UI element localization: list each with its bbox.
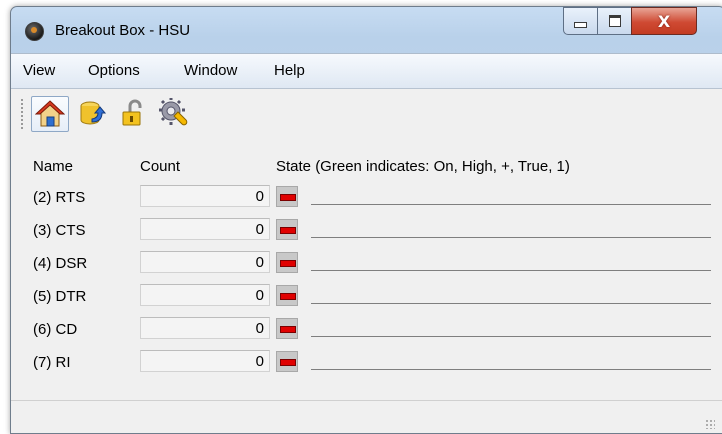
state-trace-line <box>311 270 711 271</box>
status-bar <box>11 400 722 433</box>
settings-button[interactable] <box>155 96 191 130</box>
signal-name: (6) CD <box>33 321 78 338</box>
signal-count-field[interactable]: 0 <box>140 185 270 207</box>
signal-count-field[interactable]: 0 <box>140 317 270 339</box>
toolbar-grip[interactable] <box>21 99 25 129</box>
signal-row-ri: (7) RI 0 <box>11 349 722 377</box>
home-icon <box>35 100 65 127</box>
signal-row-cts: (3) CTS 0 <box>11 217 722 245</box>
state-trace-line <box>311 237 711 238</box>
settings-wrench-icon <box>159 98 188 126</box>
home-button[interactable] <box>31 96 69 132</box>
app-icon[interactable] <box>25 22 44 41</box>
title-bar[interactable]: Breakout Box - HSU X <box>11 7 722 53</box>
resize-grip-icon[interactable] <box>705 419 715 429</box>
main-window: Breakout Box - HSU X View Options Window… <box>10 6 722 434</box>
close-button[interactable]: X <box>631 7 697 35</box>
state-indicator <box>276 318 298 339</box>
signal-name: (5) DTR <box>33 288 87 305</box>
menu-help[interactable]: Help <box>274 62 305 79</box>
signal-name: (3) CTS <box>33 222 86 239</box>
close-icon: X <box>657 11 671 31</box>
count-column-header: Count <box>140 158 181 175</box>
signal-row-rts: (2) RTS 0 <box>11 184 722 212</box>
signal-row-dtr: (5) DTR 0 <box>11 283 722 311</box>
state-column-header: State (Green indicates: On, High, +, Tru… <box>276 158 570 175</box>
signal-count-field[interactable]: 0 <box>140 350 270 372</box>
signal-name: (2) RTS <box>33 189 86 206</box>
state-indicator <box>276 285 298 306</box>
menu-bar: View Options Window Help <box>11 54 722 89</box>
menu-window[interactable]: Window <box>184 62 237 79</box>
unlock-icon <box>122 99 142 126</box>
client-area: View Options Window Help Name Count Stat… <box>11 53 722 433</box>
menu-options[interactable]: Options <box>88 62 140 79</box>
maximize-button[interactable] <box>597 7 632 35</box>
state-indicator <box>276 186 298 207</box>
state-indicator <box>276 351 298 372</box>
state-trace-line <box>311 336 711 337</box>
state-trace-line <box>311 303 711 304</box>
database-refresh-icon <box>80 101 107 125</box>
signal-name: (7) RI <box>33 354 71 371</box>
minimize-icon <box>574 22 587 28</box>
signal-count-field[interactable]: 0 <box>140 218 270 240</box>
window-title: Breakout Box - HSU <box>55 22 191 39</box>
refresh-database-button[interactable] <box>75 96 111 130</box>
toolbar <box>11 89 722 135</box>
state-indicator <box>276 219 298 240</box>
signal-row-dsr: (4) DSR 0 <box>11 250 722 278</box>
state-indicator <box>276 252 298 273</box>
signal-count-field[interactable]: 0 <box>140 251 270 273</box>
unlock-button[interactable] <box>115 96 151 130</box>
state-trace-line <box>311 204 711 205</box>
signal-name: (4) DSR <box>33 255 88 272</box>
state-trace-line <box>311 369 711 370</box>
signal-row-cd: (6) CD 0 <box>11 316 722 344</box>
maximize-icon <box>608 15 621 27</box>
menu-view[interactable]: View <box>23 62 55 79</box>
minimize-button[interactable] <box>563 7 598 35</box>
name-column-header: Name <box>33 158 74 175</box>
signal-count-field[interactable]: 0 <box>140 284 270 306</box>
